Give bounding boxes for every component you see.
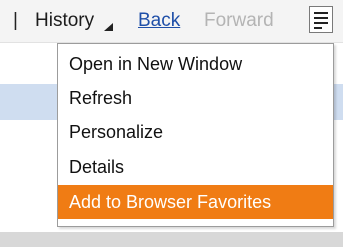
menu-item-open-in-new-window[interactable]: Open in New Window [58, 47, 333, 81]
toolbar-separator: | [13, 10, 18, 31]
menu-item-personalize[interactable]: Personalize [58, 115, 333, 149]
back-link[interactable]: Back [138, 9, 180, 33]
page-menu-button[interactable] [309, 6, 333, 33]
history-dropdown[interactable]: History [35, 9, 94, 33]
dropdown-triangle-icon[interactable] [104, 23, 113, 31]
background-footer-band [0, 232, 343, 247]
page-menu-dropdown: Open in New Window Refresh Personalize D… [57, 43, 334, 227]
menu-item-add-to-browser-favorites[interactable]: Add to Browser Favorites [58, 185, 333, 219]
menu-item-refresh[interactable]: Refresh [58, 81, 333, 115]
toolbar: | History Back Forward [0, 0, 343, 43]
forward-link: Forward [204, 10, 274, 31]
menu-item-details[interactable]: Details [58, 150, 333, 184]
